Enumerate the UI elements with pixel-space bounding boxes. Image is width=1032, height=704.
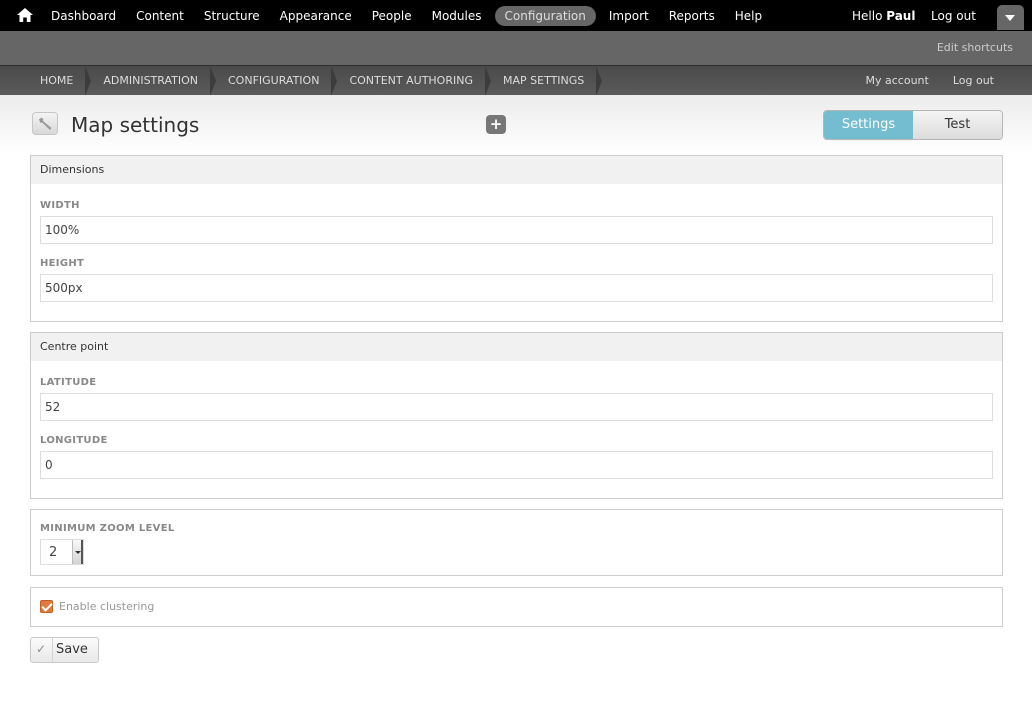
- secondary-logout-link[interactable]: Log out: [953, 74, 994, 87]
- toolbar-item-content[interactable]: Content: [129, 6, 191, 26]
- longitude-field[interactable]: 0: [40, 451, 993, 479]
- edit-shortcuts-link[interactable]: Edit shortcuts: [937, 41, 1013, 54]
- breadcrumb-bar: HOME ADMINISTRATION CONFIGURATION CONTEN…: [0, 65, 1032, 96]
- username[interactable]: Paul: [886, 9, 915, 23]
- toolbar-logout-link[interactable]: Log out: [931, 9, 976, 23]
- user-greeting: Hello Paul: [852, 9, 915, 23]
- toolbar-item-modules[interactable]: Modules: [425, 6, 489, 26]
- minimum-zoom-select[interactable]: 2: [40, 539, 84, 565]
- breadcrumb-home[interactable]: HOME: [28, 66, 92, 96]
- width-label: WIDTH: [40, 200, 80, 211]
- page-tabs: Settings Test: [823, 110, 1003, 140]
- toolbar-item-dashboard[interactable]: Dashboard: [44, 6, 123, 26]
- save-button-label: Save: [56, 642, 88, 657]
- zoom-fieldset: MINIMUM ZOOM LEVEL 2: [30, 509, 1003, 576]
- toolbar-item-reports[interactable]: Reports: [662, 6, 722, 26]
- dimensions-legend: Dimensions: [31, 156, 1002, 184]
- longitude-label: LONGITUDE: [40, 435, 108, 446]
- enable-clustering-label[interactable]: Enable clustering: [59, 600, 154, 613]
- breadcrumb-administration[interactable]: ADMINISTRATION: [91, 66, 216, 96]
- add-shortcut-button[interactable]: +: [486, 115, 506, 134]
- chevron-down-icon: [1005, 15, 1015, 21]
- button-divider: [52, 638, 53, 662]
- width-field[interactable]: 100%: [40, 216, 993, 244]
- latitude-label: LATITUDE: [40, 377, 97, 388]
- toolbar-item-configuration[interactable]: Configuration: [494, 5, 596, 26]
- save-button[interactable]: ✓ Save: [30, 637, 99, 663]
- minimum-zoom-label: MINIMUM ZOOM LEVEL: [40, 523, 175, 534]
- my-account-link[interactable]: My account: [866, 74, 929, 87]
- minimum-zoom-value: 2: [49, 545, 58, 560]
- clustering-fieldset: Enable clustering: [30, 587, 1003, 627]
- hello-text: Hello: [852, 9, 887, 23]
- toolbar-item-appearance[interactable]: Appearance: [273, 6, 359, 26]
- height-label: HEIGHT: [40, 258, 85, 269]
- toolbar-item-people[interactable]: People: [365, 6, 419, 26]
- home-icon[interactable]: [17, 8, 33, 22]
- centre-point-fieldset: Centre point LATITUDE 52 LONGITUDE 0: [30, 332, 1003, 499]
- tab-test[interactable]: Test: [913, 111, 1002, 139]
- breadcrumb-map-settings[interactable]: MAP SETTINGS: [491, 66, 603, 96]
- breadcrumb-configuration[interactable]: CONFIGURATION: [216, 66, 338, 96]
- page-title: Map settings: [71, 113, 200, 137]
- check-icon: ✓: [36, 642, 47, 656]
- breadcrumb-content-authoring[interactable]: CONTENT AUTHORING: [337, 66, 491, 96]
- admin-toolbar: Dashboard Content Structure Appearance P…: [0, 0, 1032, 31]
- toolbar-item-import[interactable]: Import: [602, 6, 656, 26]
- toolbar-menu: Dashboard Content Structure Appearance P…: [44, 0, 775, 31]
- centre-point-legend: Centre point: [31, 333, 1002, 361]
- secondary-menu: My account Log out: [842, 74, 995, 87]
- shortcut-bar: Edit shortcuts: [0, 31, 1032, 65]
- dimensions-fieldset: Dimensions WIDTH 100% HEIGHT 500px: [30, 155, 1003, 322]
- configuration-icon-box: [32, 112, 58, 135]
- shortcut-toggle-button[interactable]: [997, 5, 1024, 30]
- enable-clustering-checkbox[interactable]: [40, 600, 53, 613]
- toolbar-item-structure[interactable]: Structure: [197, 6, 267, 26]
- dropdown-arrow-icon[interactable]: [72, 540, 83, 564]
- height-field[interactable]: 500px: [40, 274, 993, 302]
- page-header: Map settings + Settings Test: [0, 95, 1032, 155]
- toolbar-item-help[interactable]: Help: [728, 6, 769, 26]
- tab-settings[interactable]: Settings: [824, 111, 913, 139]
- latitude-field[interactable]: 52: [40, 393, 993, 421]
- wrench-icon: [39, 117, 52, 130]
- breadcrumb: HOME ADMINISTRATION CONFIGURATION CONTEN…: [28, 66, 603, 96]
